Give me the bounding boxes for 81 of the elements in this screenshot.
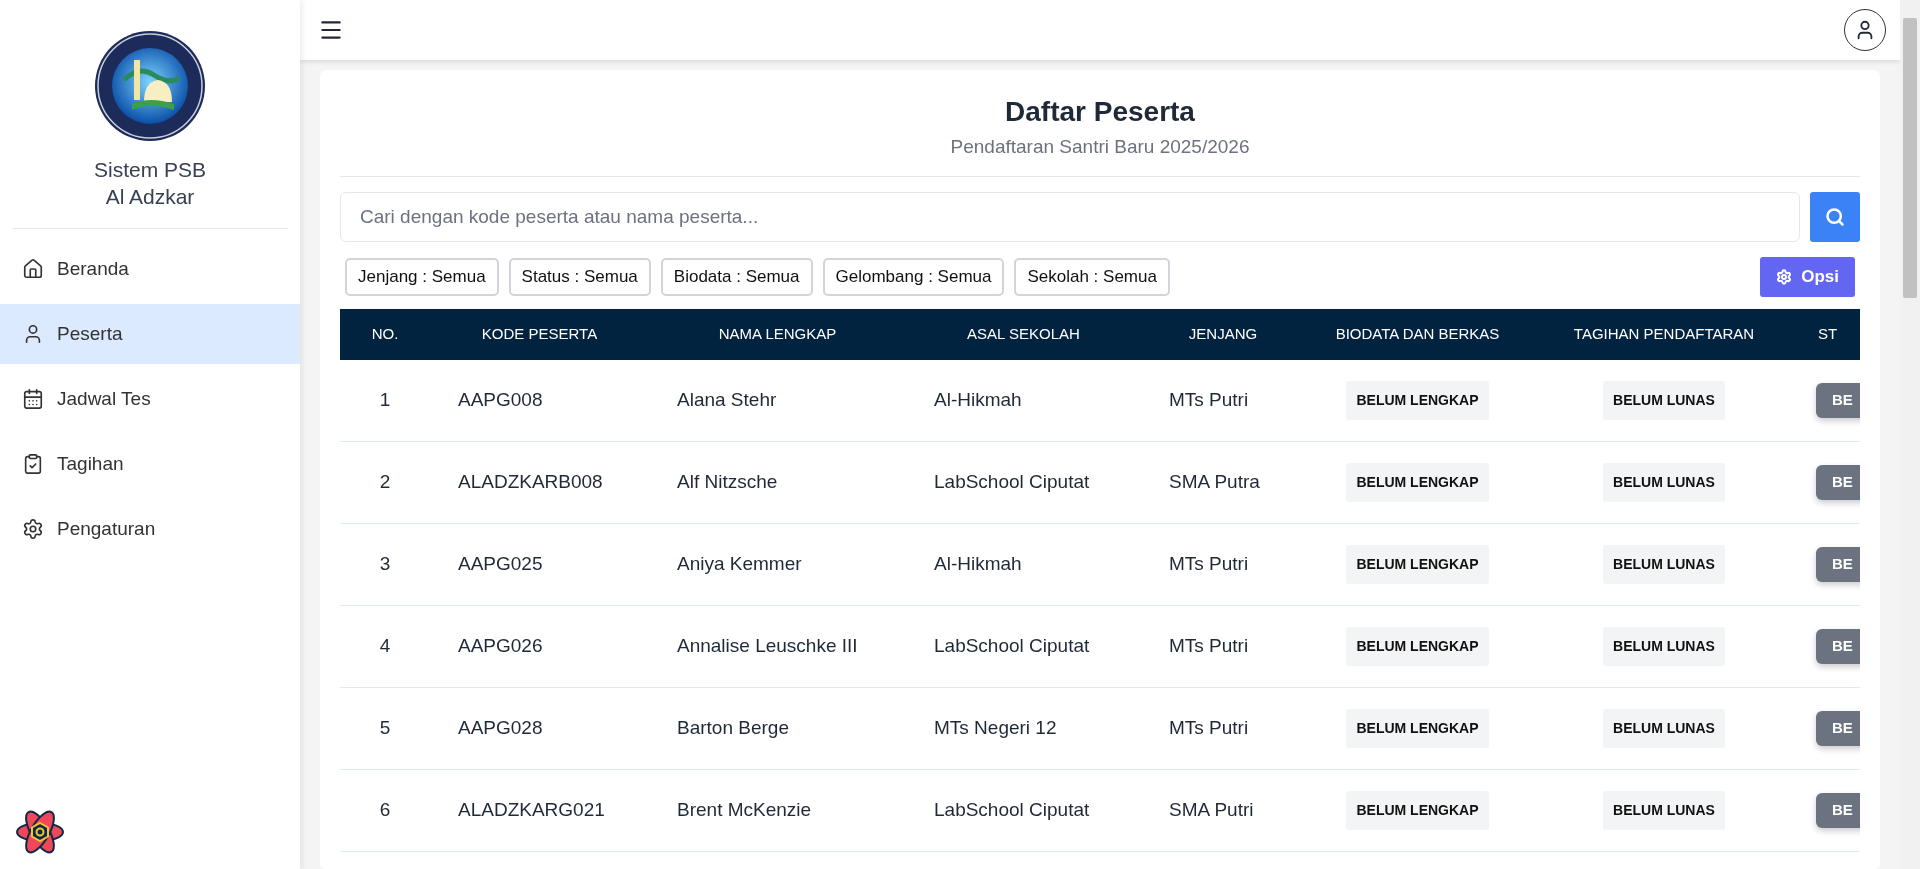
table-cell: Aniya Kemmer (649, 523, 906, 606)
table-cell: 6 (340, 769, 430, 852)
table-cell: 2 (340, 441, 430, 524)
table-cell: 4 (340, 605, 430, 688)
table-cell: MTs Putri (1141, 687, 1305, 770)
table-cell: LabSchool Ciputat (906, 769, 1141, 852)
table-cell: AAPG026 (430, 605, 649, 688)
filter-button[interactable]: Sekolah : Semua (1014, 257, 1170, 296)
status-badge: BELUM LENGKAP (1346, 380, 1489, 420)
table-cell: Annalise Leuschke III (649, 605, 906, 688)
column-header: TAGIHAN PENDAFTARAN (1530, 308, 1798, 360)
filter-button[interactable]: Biodata : Semua (660, 257, 813, 296)
clipboard-check-icon (22, 453, 44, 475)
status-badge: BELUM LENGKAP (1346, 627, 1489, 666)
table-cell: MTs Putri (1141, 359, 1305, 442)
settings-icon (22, 518, 44, 540)
status-button[interactable]: BE (1816, 793, 1860, 828)
search-icon (1825, 206, 1845, 227)
table-cell: 3 (340, 523, 430, 606)
status-badge: BELUM LUNAS (1603, 791, 1725, 830)
table-cell: AAPG028 (430, 687, 649, 770)
table-cell: MTs Putri (1141, 605, 1305, 688)
table-cell: ALADZKARG021 (430, 769, 649, 852)
table-cell: 1 (340, 359, 430, 442)
status-button[interactable]: BE (1816, 382, 1860, 418)
sidebar-item[interactable]: Pengaturan (0, 499, 300, 559)
table-cell: MTs Negeri 12 (906, 687, 1141, 770)
table-cell: Al-Hikmah (906, 359, 1141, 442)
table-cell: Al-Hikmah (906, 523, 1141, 606)
sidebar-item[interactable]: Tagihan (0, 434, 300, 494)
search-field[interactable]: Cari dengan kode peserta atau nama peserta... (340, 191, 1800, 242)
column-header: ST (1798, 308, 1860, 360)
scrollbar-thumb[interactable] (1903, 18, 1917, 298)
app-title: Al Adzkar (105, 184, 195, 210)
settings-icon (1776, 268, 1793, 285)
sidebar-item[interactable]: Peserta (0, 304, 300, 364)
status-badge: BELUM LENGKAP (1346, 709, 1489, 748)
table-cell: AAPG008 (430, 359, 649, 442)
sidebar-item[interactable]: Jadwal Tes (0, 369, 300, 429)
table-cell: 5 (340, 687, 430, 770)
table-cell: Barton Berge (649, 687, 906, 770)
page-title: Daftar Peserta (1005, 95, 1195, 129)
column-header: NO. (340, 308, 430, 360)
filter-button[interactable]: Jenjang : Semua (345, 257, 499, 296)
page-subtitle: Pendaftaran Santri Baru 2025/2026 (950, 135, 1250, 159)
table-cell: MTs Putri (1141, 523, 1305, 606)
table-cell: Alana Stehr (649, 359, 906, 442)
column-header: JENJANG (1141, 308, 1305, 360)
status-button[interactable]: BE (1816, 465, 1860, 500)
status-badge: BELUM LUNAS (1603, 627, 1725, 666)
column-header: BIODATA DAN BERKAS (1305, 308, 1530, 360)
table-cell: AAPG025 (430, 523, 649, 606)
column-header: NAMA LENGKAP (649, 308, 906, 360)
table-cell: SMA Putri (1141, 769, 1305, 852)
status-badge: BELUM LENGKAP (1346, 463, 1489, 502)
table-cell: SMA Putra (1141, 441, 1305, 524)
search-button[interactable] (1810, 191, 1860, 242)
filter-button[interactable]: Gelombang : Semua (822, 257, 1005, 296)
atom-logo-icon (14, 809, 66, 855)
table-cell: LabSchool Ciputat (906, 605, 1141, 688)
home-icon (22, 258, 44, 280)
filter-button[interactable]: Status : Semua (508, 257, 651, 296)
status-button[interactable]: BE (1816, 629, 1860, 664)
column-header: KODE PESERTA (430, 308, 649, 360)
status-badge: BELUM LUNAS (1603, 545, 1725, 584)
table-cell: Brent McKenzie (649, 769, 906, 852)
app-title: Sistem PSB (93, 157, 206, 183)
status-badge: BELUM LUNAS (1603, 709, 1725, 748)
column-header: ASAL SEKOLAH (906, 308, 1141, 360)
table-cell: Alf Nitzsche (649, 441, 906, 524)
table-cell: ALADZKARB008 (430, 441, 649, 524)
status-button[interactable]: BE (1816, 711, 1860, 746)
table-cell: LabSchool Ciputat (906, 441, 1141, 524)
status-badge: BELUM LUNAS (1603, 463, 1725, 502)
status-badge: BELUM LENGKAP (1346, 545, 1489, 584)
sidebar-item[interactable]: Beranda (0, 239, 300, 299)
options-button[interactable]: Opsi (1760, 256, 1855, 297)
calendar-icon (22, 388, 44, 410)
status-button[interactable]: BE (1816, 547, 1860, 582)
status-badge: BELUM LUNAS (1603, 380, 1725, 420)
status-badge: BELUM LENGKAP (1346, 791, 1489, 830)
